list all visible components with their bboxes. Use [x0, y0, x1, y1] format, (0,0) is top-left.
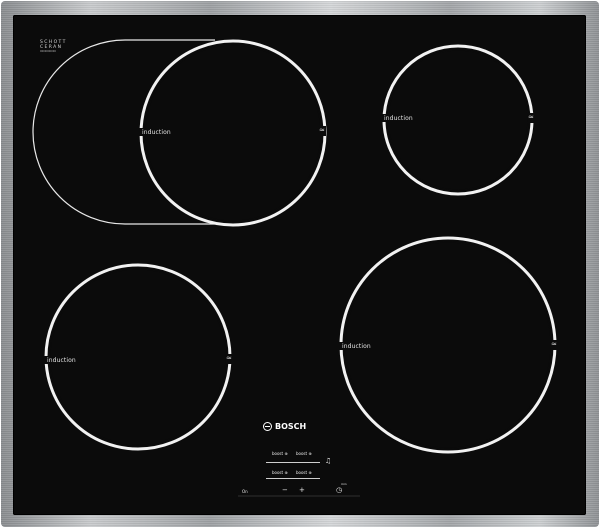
control-separator-top	[266, 462, 320, 463]
zone-select-button-4[interactable]: boost ⊕	[296, 470, 312, 475]
bosch-brand: BOSCH	[263, 422, 306, 431]
bell-icon[interactable]: ♫	[325, 458, 331, 465]
serial-text: 0000000000	[40, 50, 56, 53]
plus-button[interactable]: +	[299, 487, 305, 494]
cooking-zones	[32, 39, 558, 497]
power-button[interactable]: On	[242, 489, 248, 494]
rear-left-zone-chevron-icon: ≈	[319, 126, 325, 134]
schott-ceran-logo: SCHOTT CERAN 0000000000	[40, 40, 67, 54]
zone-select-button-3[interactable]: boost ⊕	[272, 470, 288, 475]
minus-button[interactable]: −	[282, 487, 288, 494]
front-right-zone-chevron-icon: ≈	[551, 340, 557, 348]
front-right-zone-label: induction	[342, 343, 371, 350]
bosch-brand-text: BOSCH	[275, 422, 307, 431]
timer-icon[interactable]: ◷	[336, 487, 342, 494]
front-left-zone-label: induction	[47, 357, 76, 364]
rear-right-zone-chevron-icon: ≈	[528, 113, 534, 121]
front-right-zone-ring[interactable]	[339, 236, 557, 454]
front-left-zone-chevron-icon: ≈	[226, 354, 232, 362]
rear-left-extended-zone-outline	[32, 39, 215, 225]
zone-select-button-1[interactable]: boost ⊕	[272, 451, 288, 456]
zone-select-button-2[interactable]: boost ⊕	[296, 451, 312, 456]
bosch-logo-icon	[263, 422, 272, 431]
rear-right-zone-label: induction	[384, 115, 413, 122]
rear-left-zone-label: induction	[142, 129, 171, 136]
control-separator-middle	[266, 478, 320, 479]
